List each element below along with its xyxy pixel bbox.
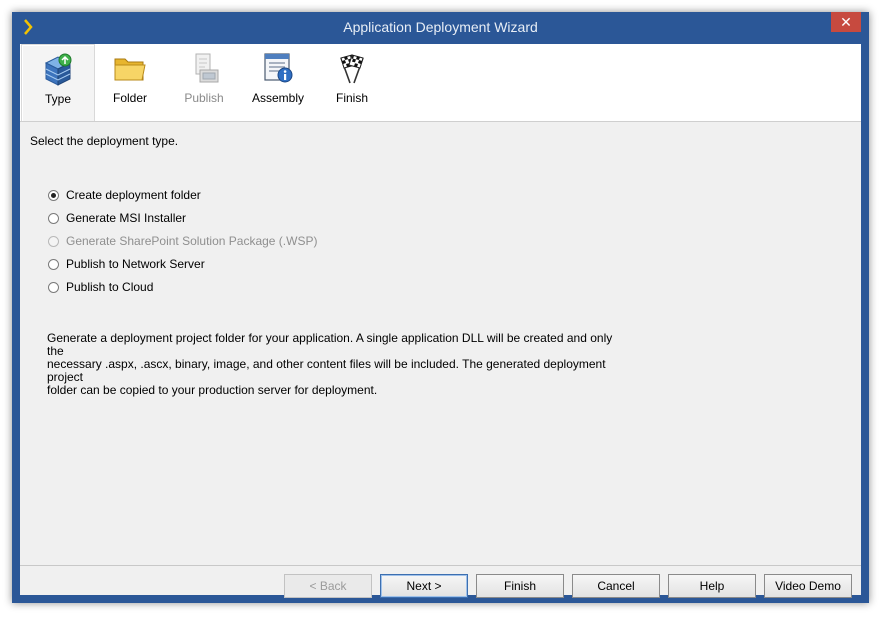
option-label: Generate SharePoint Solution Package (.W… (66, 234, 318, 248)
option-generate-sharepoint-package: Generate SharePoint Solution Package (.W… (48, 233, 317, 249)
step-label: Assembly (251, 91, 304, 105)
wizard-client-area: Type Folder Publish Assembly Finish Sele… (20, 44, 861, 598)
cancel-button[interactable]: Cancel (572, 574, 660, 598)
step-finish[interactable]: Finish (316, 44, 388, 120)
step-folder[interactable]: Folder (94, 44, 166, 120)
step-type[interactable]: Type (21, 44, 95, 121)
description-line: necessary .aspx, .ascx, binary, image, a… (47, 357, 606, 384)
step-publish: Publish (168, 44, 240, 120)
step-label: Finish (335, 91, 368, 105)
folder-icon (114, 58, 146, 81)
step-label: Type (44, 92, 71, 106)
option-generate-msi-installer[interactable]: Generate MSI Installer (48, 210, 186, 226)
publish-icon (195, 53, 219, 83)
radio-button (48, 235, 59, 247)
description-line: folder can be copied to your production … (47, 383, 378, 397)
radio-button[interactable] (48, 281, 59, 293)
option-publish-to-cloud[interactable]: Publish to Cloud (48, 279, 153, 295)
footer-divider (20, 565, 861, 566)
option-label: Create deployment folder (66, 188, 201, 202)
description-line: Generate a deployment project folder for… (47, 331, 613, 358)
radio-button[interactable] (48, 258, 59, 270)
help-button[interactable]: Help (668, 574, 756, 598)
option-description: Generate a deployment project folder for… (47, 332, 627, 397)
instruction-text: Select the deployment type. (30, 134, 179, 148)
option-label: Publish to Cloud (66, 280, 154, 294)
wizard-window: Application Deployment Wizard ✕ Type Fol… (12, 12, 869, 603)
step-label: Folder (112, 91, 147, 105)
option-publish-to-network-server[interactable]: Publish to Network Server (48, 256, 205, 272)
window-title: Application Deployment Wizard (343, 19, 538, 35)
radio-button[interactable] (48, 189, 59, 201)
close-icon: ✕ (840, 14, 852, 30)
step-assembly[interactable]: Assembly (242, 44, 314, 120)
step-label: Publish (184, 91, 224, 105)
checkered-flags-icon (340, 54, 364, 84)
close-button[interactable]: ✕ (831, 12, 861, 32)
video-demo-button[interactable]: Video Demo (764, 574, 852, 598)
option-label: Publish to Network Server (66, 257, 205, 271)
option-label: Generate MSI Installer (66, 211, 187, 225)
back-button: < Back (284, 574, 372, 598)
title-bar[interactable]: Application Deployment Wizard ✕ (12, 12, 869, 44)
wizard-steps-bar: Type Folder Publish Assembly Finish (20, 44, 861, 122)
next-button[interactable]: Next > (380, 574, 468, 598)
option-create-deployment-folder[interactable]: Create deployment folder (48, 187, 201, 203)
finish-button[interactable]: Finish (476, 574, 564, 598)
radio-button[interactable] (48, 212, 59, 224)
stack-box-icon (44, 53, 72, 86)
assembly-info-icon (264, 53, 293, 83)
